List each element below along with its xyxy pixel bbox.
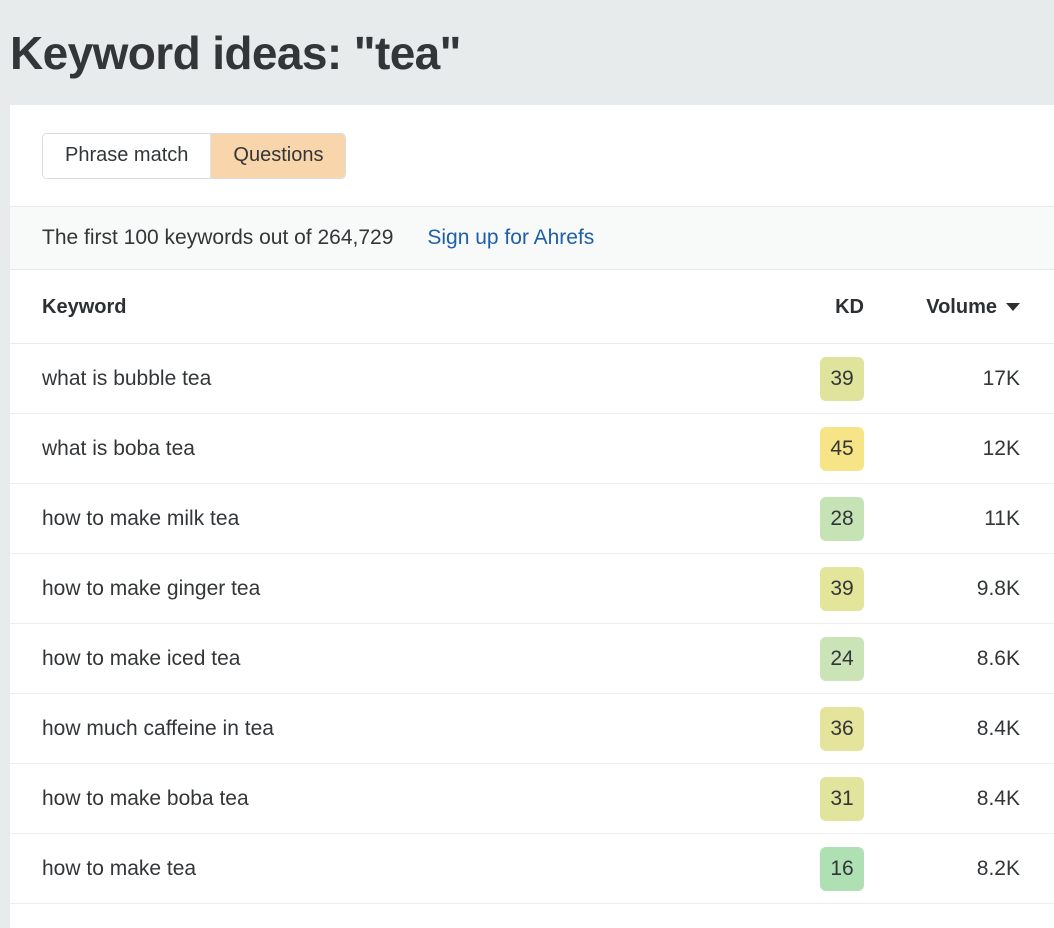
sign-up-link[interactable]: Sign up for Ahrefs (427, 226, 594, 250)
results-card: Phrase match Questions The first 100 key… (10, 105, 1054, 928)
kd-cell: 28 (780, 484, 890, 554)
volume-cell: 8.4K (890, 694, 1054, 764)
kd-cell: 24 (780, 624, 890, 694)
table-row[interactable]: how to make milk tea 28 11K (10, 484, 1054, 554)
kd-badge: 45 (820, 427, 864, 471)
table-row[interactable]: how to make iced tea 24 8.6K (10, 624, 1054, 694)
keyword-cell[interactable]: how to make boba tea (10, 764, 780, 834)
keyword-cell[interactable]: how to make milk tea (10, 484, 780, 554)
tab-phrase-match[interactable]: Phrase match (43, 134, 211, 178)
table-row[interactable]: how to make ginger tea 39 9.8K (10, 554, 1054, 624)
match-type-tab-group: Phrase match Questions (42, 133, 346, 179)
table-header: Keyword KD Volume (10, 270, 1054, 344)
caret-down-icon (1006, 303, 1020, 311)
column-header-volume[interactable]: Volume (890, 270, 1054, 344)
volume-cell: 8.4K (890, 764, 1054, 834)
page-header: Keyword ideas: "tea" (0, 0, 1054, 105)
keyword-ideas-table: Keyword KD Volume what is bubble tea 39 17… (10, 270, 1054, 904)
volume-cell: 9.8K (890, 554, 1054, 624)
table-row[interactable]: what is boba tea 45 12K (10, 414, 1054, 484)
tab-bar: Phrase match Questions (10, 105, 1054, 206)
kd-cell: 16 (780, 834, 890, 904)
table-header-row: Keyword KD Volume (10, 270, 1054, 344)
kd-badge: 31 (820, 777, 864, 821)
column-header-kd[interactable]: KD (780, 270, 890, 344)
table-row[interactable]: how much caffeine in tea 36 8.4K (10, 694, 1054, 764)
table-row[interactable]: what is bubble tea 39 17K (10, 344, 1054, 414)
volume-cell: 12K (890, 414, 1054, 484)
tab-questions[interactable]: Questions (211, 134, 345, 178)
keyword-cell[interactable]: how to make iced tea (10, 624, 780, 694)
kd-badge: 24 (820, 637, 864, 681)
table-body: what is bubble tea 39 17K what is boba tea 4… (10, 344, 1054, 904)
kd-cell: 39 (780, 344, 890, 414)
volume-cell: 11K (890, 484, 1054, 554)
volume-cell: 17K (890, 344, 1054, 414)
keyword-count-label: The first 100 keywords out of 264,729 (42, 226, 393, 250)
page-title: Keyword ideas: "tea" (10, 30, 461, 76)
keyword-cell[interactable]: how to make ginger tea (10, 554, 780, 624)
keyword-cell[interactable]: how much caffeine in tea (10, 694, 780, 764)
results-info-bar: The first 100 keywords out of 264,729 Si… (10, 206, 1054, 270)
kd-cell: 36 (780, 694, 890, 764)
kd-cell: 31 (780, 764, 890, 834)
keyword-cell[interactable]: how to make tea (10, 834, 780, 904)
column-header-keyword[interactable]: Keyword (10, 270, 780, 344)
kd-cell: 45 (780, 414, 890, 484)
volume-cell: 8.6K (890, 624, 1054, 694)
keyword-cell[interactable]: what is bubble tea (10, 344, 780, 414)
kd-badge: 16 (820, 847, 864, 891)
volume-cell: 8.2K (890, 834, 1054, 904)
kd-badge: 28 (820, 497, 864, 541)
table-row[interactable]: how to make tea 16 8.2K (10, 834, 1054, 904)
kd-badge: 39 (820, 567, 864, 611)
table-row[interactable]: how to make boba tea 31 8.4K (10, 764, 1054, 834)
kd-badge: 36 (820, 707, 864, 751)
kd-badge: 39 (820, 357, 864, 401)
column-header-volume-label: Volume (926, 296, 997, 318)
kd-cell: 39 (780, 554, 890, 624)
keyword-cell[interactable]: what is boba tea (10, 414, 780, 484)
